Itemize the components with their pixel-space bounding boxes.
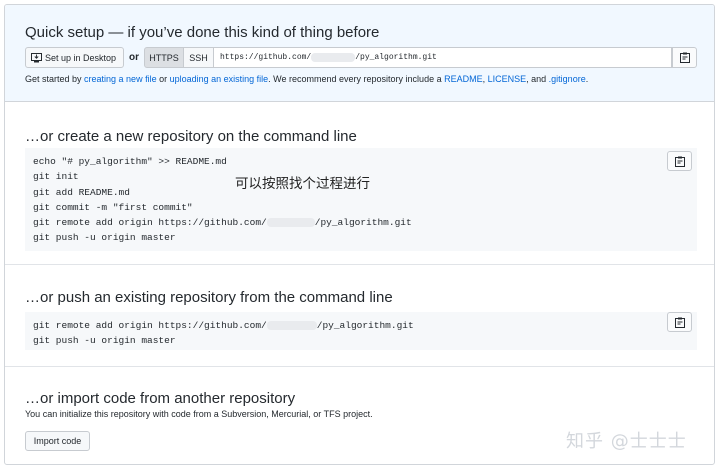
quick-setup-section: Quick setup — if you’ve done this kind o…: [5, 5, 714, 102]
remote-suffix: /py_algorithm.git: [314, 217, 412, 229]
ssh-button[interactable]: SSH: [184, 47, 214, 68]
copy-create-commands-button[interactable]: [667, 151, 692, 171]
code-line: git commit -m "first commit": [33, 201, 193, 213]
copy-push-commands-button[interactable]: [667, 312, 692, 332]
code-line: git push -u origin master: [33, 335, 176, 347]
info-text-2: or: [156, 74, 170, 84]
push-repo-title: …or push an existing repository from the…: [25, 289, 393, 306]
import-description: You can initialize this repository with …: [25, 409, 373, 419]
setup-in-desktop-button[interactable]: Set up in Desktop: [25, 47, 124, 68]
repo-setup-panel: Quick setup — if you’ve done this kind o…: [4, 4, 715, 465]
clone-url-suffix: /py_algorithm.git: [355, 53, 437, 62]
redacted-username: [266, 320, 317, 330]
code-line-remote: git remote add origin https://github.com…: [33, 215, 689, 230]
redacted-username: [311, 53, 356, 62]
https-button[interactable]: HTTPS: [144, 47, 184, 68]
push-repo-code-block[interactable]: git remote add origin https://github.com…: [25, 312, 697, 350]
info-text-6: .: [585, 74, 589, 84]
setup-in-desktop-label: Set up in Desktop: [45, 52, 117, 63]
annotation-note: 可以按照找个过程进行: [235, 176, 370, 192]
create-repo-title: …or create a new repository on the comma…: [25, 128, 357, 145]
remote-prefix: git remote add origin https://github.com…: [33, 217, 267, 229]
clone-url-row: Set up in Desktop or HTTPS SSH https://g…: [25, 47, 697, 68]
code-line: echo "# py_algorithm" >> README.md: [33, 156, 227, 167]
clone-url-input[interactable]: https://github.com/ /py_algorithm.git: [214, 47, 672, 68]
or-label: or: [129, 52, 139, 63]
create-repo-code-block[interactable]: echo "# py_algorithm" >> README.md git i…: [25, 148, 697, 251]
redacted-username: [266, 218, 315, 228]
readme-link[interactable]: README: [444, 74, 483, 84]
remote-suffix: /py_algorithm.git: [316, 320, 414, 331]
remote-prefix: git remote add origin https://github.com…: [33, 320, 267, 331]
license-link[interactable]: LICENSE: [488, 74, 527, 84]
create-repo-section: …or create a new repository on the comma…: [5, 102, 714, 265]
setup-info-text: Get started by creating a new file or up…: [25, 74, 588, 84]
creating-new-file-link[interactable]: creating a new file: [84, 74, 157, 84]
info-text-3: . We recommend every repository include …: [268, 74, 445, 84]
info-text-5: , and: [526, 74, 549, 84]
quick-setup-title: Quick setup — if you’ve done this kind o…: [25, 24, 380, 41]
code-line: git push -u origin master: [33, 232, 176, 244]
copy-url-button[interactable]: [672, 47, 697, 68]
info-text-1: Get started by: [25, 74, 85, 84]
push-repo-section: …or push an existing repository from the…: [5, 265, 714, 367]
clipboard-icon: [679, 52, 690, 63]
clone-url-prefix: https://github.com/: [220, 53, 312, 62]
code-line-remote: git remote add origin https://github.com…: [33, 318, 689, 333]
gitignore-link[interactable]: .gitignore: [549, 74, 586, 84]
clipboard-icon: [674, 156, 685, 167]
uploading-existing-file-link[interactable]: uploading an existing file: [170, 74, 269, 84]
import-code-title: …or import code from another repository: [25, 390, 296, 407]
import-code-button[interactable]: Import code: [25, 431, 90, 451]
desktop-icon: [31, 52, 42, 62]
watermark: 知乎 @士士士: [566, 431, 687, 452]
clipboard-icon: [674, 317, 685, 328]
